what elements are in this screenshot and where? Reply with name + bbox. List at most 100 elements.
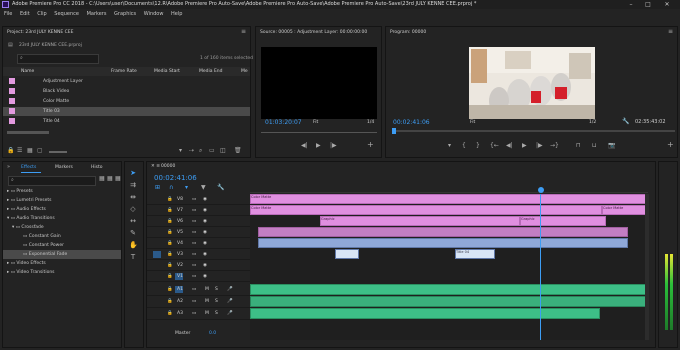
panel-menu-icon[interactable]: ≡ (241, 29, 246, 35)
lift-icon[interactable]: ⊓ (576, 143, 581, 149)
tree-item-video-effects[interactable]: ▸ ▭ Video Effects (7, 259, 46, 268)
slip-tool-icon[interactable]: ↔ (129, 217, 137, 225)
audio-clip-a2[interactable] (250, 296, 648, 307)
program-playhead[interactable] (392, 128, 396, 134)
tab-effects[interactable]: Effects (21, 165, 36, 170)
export-frame-icon[interactable]: 📷 (608, 143, 615, 149)
yuv-effects-icon[interactable]: ▦ (115, 176, 121, 182)
audio-clip-a3[interactable] (250, 308, 600, 319)
menu-file[interactable]: File (4, 11, 12, 17)
new-bin-icon[interactable]: ▭ (209, 148, 215, 154)
mark-out-bracket-icon[interactable]: } (476, 143, 480, 149)
tree-item-audio-effects[interactable]: ▸ ▭ Audio Effects (7, 205, 46, 214)
menu-sequence[interactable]: Sequence (54, 11, 79, 17)
hand-tool-icon[interactable]: ✋ (129, 241, 138, 249)
col-media-end[interactable]: Media End (199, 69, 223, 74)
add-button-icon[interactable]: + (367, 141, 374, 149)
razor-tool-icon[interactable]: ◇ (129, 205, 137, 213)
list-item[interactable]: Title 04 (3, 117, 250, 126)
step-back-icon[interactable]: ◀| (301, 143, 308, 149)
maximize-button[interactable]: □ (641, 0, 655, 9)
timeline-timecode[interactable]: 00:02:41:06 (154, 174, 197, 182)
program-video-frame[interactable] (469, 47, 595, 119)
clip-title-04[interactable]: Title 04 (455, 249, 495, 259)
col-me[interactable]: Me (241, 69, 248, 74)
list-item-selected[interactable]: Title 03 (3, 107, 250, 116)
playhead-handle[interactable] (538, 187, 544, 193)
clip-color-matte[interactable]: Color Matte (250, 205, 602, 215)
go-to-in-icon[interactable]: {← (490, 143, 499, 149)
menu-markers[interactable]: Markers (87, 11, 107, 17)
add-button-icon[interactable]: + (667, 141, 674, 149)
program-time-ruler[interactable] (392, 130, 675, 132)
step-forward-icon[interactable]: |▶ (330, 143, 337, 149)
ripple-edit-icon[interactable]: ⇹ (129, 193, 137, 201)
col-frame-rate[interactable]: Frame Rate (111, 69, 137, 74)
clip-graphic[interactable]: Graphic (320, 216, 520, 226)
tree-item-crossfade[interactable]: ▾ ▭ Crossfade (12, 223, 44, 232)
linked-selection-icon[interactable]: ∩ (169, 185, 173, 191)
menu-graphics[interactable]: Graphics (114, 11, 136, 17)
sort-icon[interactable]: ▾ (179, 148, 182, 154)
work-area-start[interactable] (248, 184, 256, 190)
source-time-ruler[interactable] (261, 132, 377, 133)
effects-search-input[interactable]: ⌕ (8, 176, 96, 186)
source-video-frame[interactable] (261, 47, 377, 119)
menu-window[interactable]: Window (144, 11, 164, 17)
go-to-out-icon[interactable]: →} (550, 143, 559, 149)
timeline-settings-icon[interactable]: 🔧 (217, 185, 224, 191)
clip-color-matte[interactable]: Color Matte (250, 194, 648, 204)
pen-tool-icon[interactable]: ✎ (129, 229, 137, 237)
tree-item-constant-gain[interactable]: ▭ Constant Gain (23, 232, 61, 241)
col-media-start[interactable]: Media Start (154, 69, 180, 74)
list-view-icon[interactable]: ☰ (17, 148, 22, 154)
tree-item-audio-transitions[interactable]: ▾ ▭ Audio Transitions (7, 214, 55, 223)
vertical-scrollbar[interactable] (645, 194, 649, 340)
panel-menu-icon[interactable]: ≡ (668, 29, 673, 35)
play-icon[interactable]: ▶ (316, 143, 321, 149)
icon-view-icon[interactable]: ▦ (27, 148, 33, 154)
time-ruler[interactable] (250, 172, 648, 193)
source-scale[interactable]: 1/4 (367, 120, 374, 125)
horizontal-scrollbar[interactable] (7, 131, 49, 134)
tree-item-presets[interactable]: ▸ ▭ Presets (7, 187, 33, 196)
menu-edit[interactable]: Edit (20, 11, 30, 17)
tree-item-video-transitions[interactable]: ▸ ▭ Video Transitions (7, 268, 55, 277)
col-name[interactable]: Name (21, 69, 34, 74)
menu-clip[interactable]: Clip (37, 11, 46, 17)
new-item-icon[interactable]: ◫ (220, 148, 226, 154)
timeline-tab[interactable]: 00000 (161, 164, 175, 169)
clip-color-matte[interactable]: Color Matte (602, 205, 648, 215)
play-icon[interactable]: ▶ (522, 143, 527, 149)
close-button[interactable]: ✕ (660, 0, 674, 9)
marker-icon[interactable]: ▼ (201, 185, 206, 191)
clip-graphic-row[interactable] (258, 227, 628, 237)
settings-wrench-icon[interactable]: 🔧 (622, 119, 629, 125)
type-tool-icon[interactable]: T (129, 253, 137, 261)
clip-graphic[interactable]: Graphic (520, 216, 606, 226)
step-back-icon[interactable]: ◀| (506, 143, 513, 149)
timeline-close-icon[interactable]: ✕ ≡ (151, 164, 160, 169)
project-tab[interactable]: Project: 23rd JULY KENNE CEE (7, 30, 73, 35)
extract-icon[interactable]: ⊔ (592, 143, 597, 149)
search-input[interactable]: ⌕ (17, 54, 99, 64)
list-item[interactable]: Black Video (3, 87, 250, 96)
automate-icon[interactable]: ⇢ (189, 148, 194, 154)
source-timecode[interactable]: 01:03:20:07 (265, 119, 302, 126)
tab-histo[interactable]: Histo (91, 165, 103, 170)
tree-item-lumetri-presets[interactable]: ▸ ▭ Lumetri Presets (7, 196, 51, 205)
tree-item-constant-power[interactable]: ▭ Constant Power (23, 241, 64, 250)
track-select-icon[interactable]: ⇉ (129, 181, 137, 189)
snap-icon[interactable]: ⊞ (155, 185, 160, 191)
selection-tool-icon[interactable]: ➤ (129, 169, 137, 177)
mark-in-icon[interactable]: ▾ (448, 143, 451, 149)
32bit-effects-icon[interactable]: ▦ (107, 176, 113, 182)
master-value[interactable]: 0.0 (209, 331, 216, 336)
program-scale[interactable]: 1/2 (589, 120, 596, 125)
clip-video-row[interactable] (258, 238, 628, 248)
list-item[interactable]: Adjustment Layer (3, 77, 250, 86)
lock-icon[interactable]: 🔒 (7, 148, 14, 154)
zoom-slider[interactable] (49, 151, 67, 153)
audio-clip-a1[interactable] (250, 284, 648, 295)
menu-help[interactable]: Help (171, 11, 182, 17)
